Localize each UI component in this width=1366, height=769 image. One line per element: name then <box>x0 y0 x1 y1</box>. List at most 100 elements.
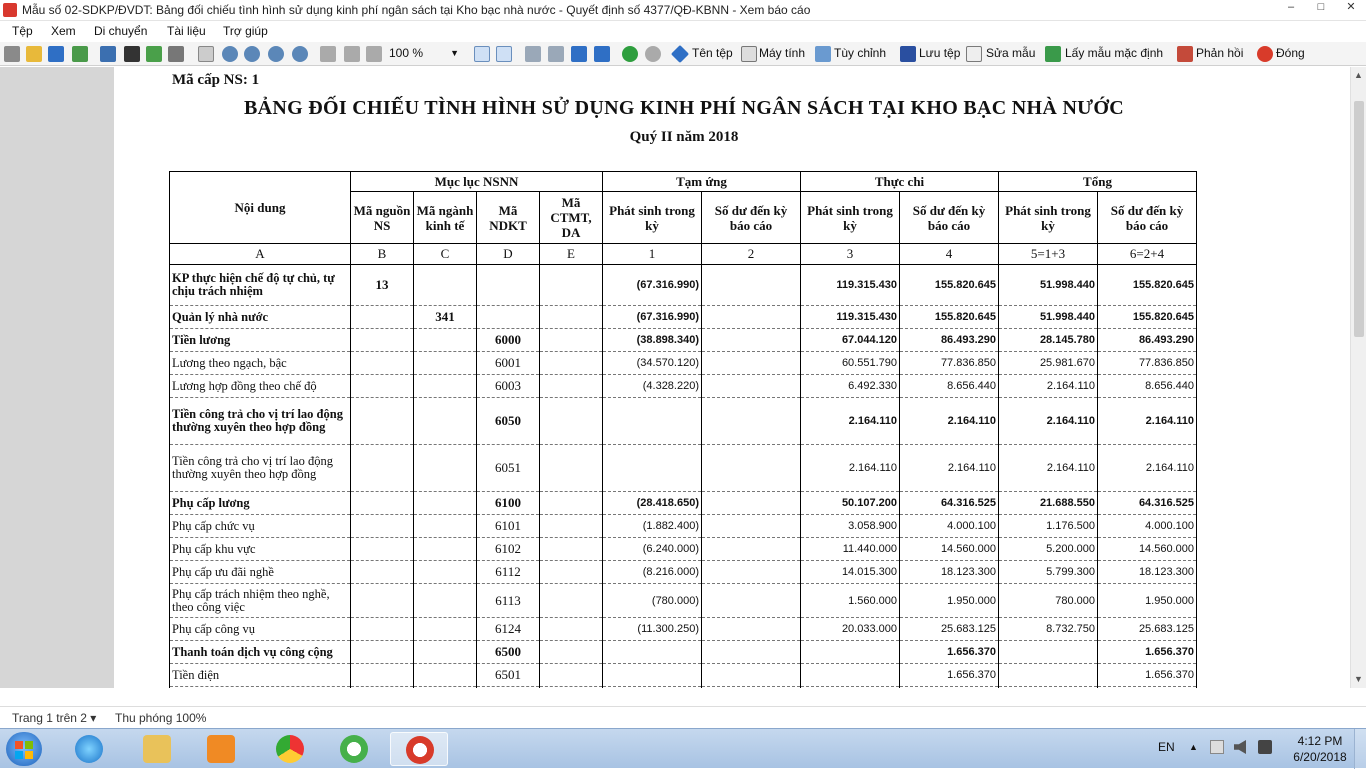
show-desktop-button[interactable] <box>1354 729 1366 769</box>
volume-icon[interactable] <box>1234 740 1246 754</box>
zoom-area-icon[interactable] <box>268 46 284 62</box>
menu-xem[interactable]: Xem <box>51 24 76 38</box>
zoom-fit-icon[interactable] <box>292 46 308 62</box>
cell-ndkt: 6113 <box>476 583 540 618</box>
cell-nganh <box>413 686 477 688</box>
app-green-icon <box>340 735 368 763</box>
zoom-select[interactable]: 100 % ▼ <box>386 45 462 63</box>
find-icon[interactable] <box>124 46 140 62</box>
table-row: Tiền lương 6000 (38.898.340) 67.044.120 86.4… <box>169 328 1197 352</box>
cell-c3: 6.492.330 <box>800 374 900 398</box>
print-icon[interactable] <box>4 46 20 62</box>
cell-nguon <box>350 537 414 561</box>
action-center-icon[interactable] <box>1258 740 1272 754</box>
scrollbar-thumb[interactable] <box>1354 101 1364 337</box>
col-index: 4 <box>899 243 999 265</box>
cell-c3: 2.164.110 <box>800 444 900 492</box>
whole-page-icon[interactable] <box>344 46 360 62</box>
first-page-icon[interactable] <box>525 46 541 62</box>
scroll-down-icon[interactable]: ▼ <box>1354 674 1363 684</box>
col-index: 5=1+3 <box>998 243 1098 265</box>
table-row: Phụ cấp trách nhiệm theo nghề, theo công… <box>169 583 1197 618</box>
cell-nguon <box>350 397 414 445</box>
cell-c1: (11.300.250) <box>602 617 702 641</box>
taskbar-media[interactable] <box>192 732 250 766</box>
zoom-out-icon[interactable] <box>244 46 260 62</box>
language-indicator[interactable]: EN <box>1158 740 1175 754</box>
back-icon[interactable] <box>622 46 638 62</box>
cell-c4: 155.820.645 <box>899 264 999 306</box>
cell-c2 <box>701 537 801 561</box>
cell-c1: (67.316.990) <box>602 264 702 306</box>
minimize-button[interactable]: – <box>1276 0 1306 16</box>
dong-button[interactable]: Đóng <box>1276 46 1305 60</box>
prev-page-icon[interactable] <box>548 46 564 62</box>
page-indicator[interactable]: Trang 1 trên 2 ▾ <box>12 711 96 725</box>
save-icon[interactable] <box>48 46 64 62</box>
cell-c2 <box>701 264 801 306</box>
maximize-button[interactable]: □ <box>1306 0 1336 16</box>
vertical-scrollbar[interactable]: ▲ ▼ <box>1350 67 1366 688</box>
taskbar-chrome[interactable] <box>261 732 319 766</box>
page-setup-icon[interactable] <box>168 46 184 62</box>
row-label: Phụ cấp lương <box>169 491 351 515</box>
open-folder-icon[interactable] <box>26 46 42 62</box>
taskbar-report-app[interactable] <box>390 732 448 766</box>
ten-tep-button[interactable]: Tên tệp <box>692 46 733 60</box>
tray-arrow-icon[interactable]: ▲ <box>1189 742 1198 752</box>
start-button[interactable] <box>6 732 42 766</box>
zoom-in-icon[interactable] <box>222 46 238 62</box>
menu-bar: Tệp Xem Di chuyển Tài liệu Trợ giúp <box>0 22 1366 42</box>
col-index: E <box>539 243 603 265</box>
taskbar-ie[interactable] <box>60 732 118 766</box>
cell-nganh <box>413 328 477 352</box>
close-button[interactable]: ✕ <box>1336 0 1366 16</box>
phan-hoi-button[interactable]: Phản hồi <box>1196 46 1243 60</box>
chevron-down-icon: ▼ <box>450 48 459 58</box>
cell-nguon <box>350 351 414 375</box>
col-index: C <box>413 243 477 265</box>
tuy-chinh-button[interactable]: Tùy chỉnh <box>834 46 886 60</box>
taskbar-explorer[interactable] <box>128 732 186 766</box>
row-label: Thông tin, tuyên truyền, liên <box>169 686 351 688</box>
single-page-icon[interactable] <box>474 46 490 62</box>
lay-mau-mac-dinh-button[interactable]: Lấy mẫu mặc định <box>1065 46 1163 60</box>
header-tam-ung: Tạm ứng <box>602 171 801 192</box>
refresh-icon[interactable] <box>146 46 162 62</box>
clock[interactable]: 4:12 PM 6/20/2018 <box>1290 733 1350 765</box>
cell-c5 <box>998 663 1098 687</box>
luu-tep-button[interactable]: Lưu tệp <box>919 46 960 60</box>
layout-icon[interactable] <box>100 46 116 62</box>
cell-ctmt <box>539 640 603 664</box>
taskbar-app-green[interactable] <box>325 732 383 766</box>
page-width-icon[interactable] <box>320 46 336 62</box>
cell-c1 <box>602 444 702 492</box>
sua-mau-button[interactable]: Sửa mẫu <box>986 46 1035 60</box>
cell-c4: 77.836.850 <box>899 351 999 375</box>
actual-size-icon[interactable] <box>366 46 382 62</box>
cell-c5: 5.200.000 <box>998 537 1098 561</box>
multi-page-icon[interactable] <box>496 46 512 62</box>
menu-tro-giup[interactable]: Trợ giúp <box>223 24 268 38</box>
may-tinh-button[interactable]: Máy tính <box>759 46 805 60</box>
last-page-icon[interactable] <box>594 46 610 62</box>
cell-c2 <box>701 560 801 584</box>
hand-tool-icon[interactable] <box>198 46 214 62</box>
next-page-icon[interactable] <box>571 46 587 62</box>
menu-di-chuyen[interactable]: Di chuyển <box>94 24 147 38</box>
menu-tai-lieu[interactable]: Tài liệu <box>167 24 206 38</box>
cell-ndkt <box>476 264 540 306</box>
header-tu-phat-sinh: Phát sinh trong kỳ <box>602 191 702 244</box>
cell-ndkt: 6501 <box>476 663 540 687</box>
internet-explorer-icon <box>75 735 103 763</box>
export-icon[interactable] <box>72 46 88 62</box>
row-label: Tiền công trả cho vị trí lao động thường… <box>169 397 351 445</box>
cell-c2 <box>701 686 801 688</box>
network-error-icon[interactable] <box>1210 740 1224 754</box>
report-subtitle: Quý II năm 2018 <box>629 129 739 145</box>
cell-ndkt: 6000 <box>476 328 540 352</box>
scroll-up-icon[interactable]: ▲ <box>1354 70 1363 80</box>
window-title: Mẫu số 02-SDKP/ĐVDT: Bảng đối chiếu tình… <box>22 3 811 17</box>
forward-icon[interactable] <box>645 46 661 62</box>
menu-tep[interactable]: Tệp <box>12 24 33 38</box>
